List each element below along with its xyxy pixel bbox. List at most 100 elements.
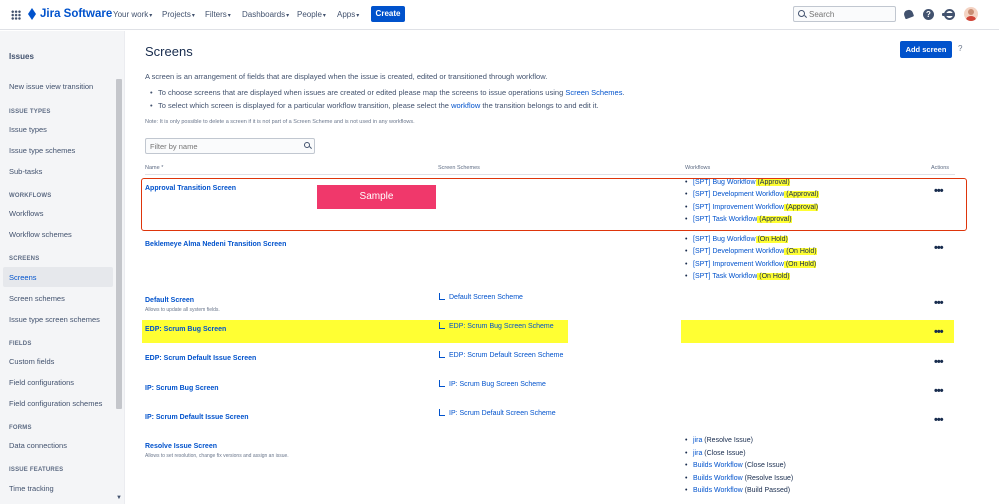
annotation-outline <box>141 178 967 231</box>
actions-menu-button[interactable]: ••• <box>934 356 944 368</box>
notifications-icon[interactable] <box>903 9 914 20</box>
page-title: Screens <box>145 44 193 59</box>
actions-menu-button[interactable]: ••• <box>934 385 944 397</box>
sidebar-item-screen-schemes[interactable]: Screen schemes <box>9 294 65 303</box>
sidebar-item-issue-type-screen-schemes[interactable]: Issue type screen schemes <box>9 315 100 324</box>
workflow-link[interactable]: Builds Workflow (Build Passed) <box>685 487 790 494</box>
top-navigation: Jira Software Your work▾ Projects▾ Filte… <box>0 0 999 30</box>
column-header-name[interactable]: Name * <box>145 165 163 171</box>
column-header-actions: Actions <box>931 165 950 171</box>
sidebar-item-time-tracking[interactable]: Time tracking <box>9 484 54 493</box>
actions-menu-button[interactable]: ••• <box>934 414 944 426</box>
search-icon <box>798 10 805 17</box>
workflow-link[interactable]: [SPT] Bug Workflow (On Hold) <box>685 236 788 243</box>
sidebar-item-field-configurations[interactable]: Field configurations <box>9 378 74 387</box>
info-bullet-workflow: To select which screen is displayed for … <box>150 101 599 110</box>
screen-scheme-link[interactable]: EDP: Scrum Default Screen Scheme <box>439 350 563 359</box>
workflow-link[interactable]: Builds Workflow (Close Issue) <box>685 462 786 469</box>
nav-dashboards[interactable]: Dashboards▾ <box>242 10 289 19</box>
actions-menu-button[interactable]: ••• <box>934 297 944 309</box>
scheme-icon <box>439 380 445 387</box>
create-button[interactable]: Create <box>371 6 405 22</box>
nav-projects[interactable]: Projects▾ <box>162 10 195 19</box>
sidebar-item-screens[interactable]: Screens <box>9 273 37 282</box>
help-icon[interactable]: ? <box>923 9 934 20</box>
workflow-link[interactable]: workflow <box>451 101 480 110</box>
scheme-icon <box>439 409 445 416</box>
sidebar-item-custom-fields[interactable]: Custom fields <box>9 357 54 366</box>
sidebar-header-forms: FORMS <box>9 425 32 431</box>
sidebar-header-issue-types: ISSUE TYPES <box>9 109 51 115</box>
transition-label: (On Hold) <box>757 273 790 280</box>
filter-field[interactable] <box>145 138 315 154</box>
nav-people[interactable]: People▾ <box>297 10 326 19</box>
sidebar-item-new-issue-view-transition[interactable]: New issue view transition <box>9 82 93 91</box>
brand-name: Jira Software <box>40 8 113 20</box>
transition-label: (Resolve Issue) <box>742 475 794 482</box>
workflow-link[interactable]: [SPT] Improvement Workflow (On Hold) <box>685 261 817 268</box>
scheme-icon <box>439 293 445 300</box>
transition-label: (Close Issue) <box>742 462 786 469</box>
jira-logo[interactable]: Jira Software <box>27 8 112 20</box>
workflow-link[interactable]: jira (Close Issue) <box>685 450 746 457</box>
nav-label: Dashboards <box>242 10 286 19</box>
scheme-icon <box>439 322 445 329</box>
sidebar-item-issue-types[interactable]: Issue types <box>9 125 47 134</box>
settings-gear-icon[interactable] <box>942 9 955 20</box>
nav-apps[interactable]: Apps▾ <box>337 10 359 19</box>
app-switcher-icon[interactable] <box>11 10 21 20</box>
screen-scheme-link[interactable]: IP: Scrum Bug Screen Scheme <box>439 379 546 388</box>
nav-filters[interactable]: Filters▾ <box>205 10 231 19</box>
transition-label: (On Hold) <box>783 261 817 268</box>
transition-label: (Close Issue) <box>702 450 746 457</box>
screen-scheme-link[interactable]: IP: Scrum Default Screen Scheme <box>439 408 556 417</box>
scheme-name: EDP: Scrum Default Screen Scheme <box>449 352 564 359</box>
chevron-down-icon: ▾ <box>149 13 153 19</box>
sidebar-header-screens: SCREENS <box>9 256 40 262</box>
page-description: A screen is an arrangement of fields tha… <box>145 72 548 81</box>
search-input[interactable] <box>809 8 889 20</box>
sidebar-scrollbar[interactable] <box>116 79 122 409</box>
filter-input[interactable] <box>150 140 300 152</box>
screen-name-link[interactable]: Beklemeye Alma Nedeni Transition Screen <box>145 241 286 248</box>
screen-schemes-link[interactable]: Screen Schemes <box>565 88 622 97</box>
nav-label: Projects <box>162 10 191 19</box>
screen-scheme-link[interactable]: EDP: Scrum Bug Screen Scheme <box>439 321 554 330</box>
sidebar-header-fields: FIELDS <box>9 341 32 347</box>
main-content: Screens Add screen ? A screen is an arra… <box>125 31 999 504</box>
workflow-link[interactable]: [SPT] Development Workflow (On Hold) <box>685 248 817 255</box>
screen-name-link[interactable]: EDP: Scrum Bug Screen <box>145 326 226 333</box>
sidebar-item-workflows[interactable]: Workflows <box>9 209 43 218</box>
bullet-text: To choose screens that are displayed whe… <box>158 88 566 97</box>
workflow-link[interactable]: jira (Resolve Issue) <box>685 437 753 444</box>
actions-menu-button[interactable]: ••• <box>934 326 944 338</box>
actions-menu-button[interactable]: ••• <box>934 242 944 254</box>
nav-your-work[interactable]: Your work▾ <box>113 10 152 19</box>
page-help-icon[interactable]: ? <box>958 44 962 53</box>
screen-name-link[interactable]: Resolve Issue Screen <box>145 443 217 450</box>
nav-label: Filters <box>205 10 227 19</box>
sidebar-item-workflow-schemes[interactable]: Workflow schemes <box>9 230 72 239</box>
sidebar-item-field-configuration-schemes[interactable]: Field configuration schemes <box>9 399 102 408</box>
scheme-name: IP: Scrum Default Screen Scheme <box>449 410 556 417</box>
screen-name-link[interactable]: IP: Scrum Default Issue Screen <box>145 414 248 421</box>
screen-name-link[interactable]: EDP: Scrum Default Issue Screen <box>145 355 256 362</box>
transition-label: (On Hold) <box>755 236 788 243</box>
transition-label: (On Hold) <box>784 248 817 255</box>
search-field[interactable] <box>793 6 896 22</box>
workflow-link[interactable]: [SPT] Task Workflow (On Hold) <box>685 273 790 280</box>
scroll-down-arrow-icon[interactable]: ▼ <box>116 495 122 501</box>
workflow-name: jira <box>693 437 703 444</box>
screen-name-link[interactable]: Default Screen <box>145 297 194 304</box>
workflow-link[interactable]: Builds Workflow (Resolve Issue) <box>685 475 794 482</box>
sidebar-item-issue-type-schemes[interactable]: Issue type schemes <box>9 146 75 155</box>
workflow-highlight <box>681 320 954 343</box>
column-header-screen-schemes: Screen Schemes <box>438 165 480 171</box>
screen-name-link[interactable]: IP: Scrum Bug Screen <box>145 385 219 392</box>
sidebar-item-data-connections[interactable]: Data connections <box>9 441 67 450</box>
screen-scheme-link[interactable]: Default Screen Scheme <box>439 292 523 301</box>
sidebar-item-sub-tasks[interactable]: Sub-tasks <box>9 167 42 176</box>
avatar[interactable] <box>964 7 978 21</box>
scheme-icon <box>439 351 445 358</box>
add-screen-button[interactable]: Add screen <box>900 41 952 58</box>
